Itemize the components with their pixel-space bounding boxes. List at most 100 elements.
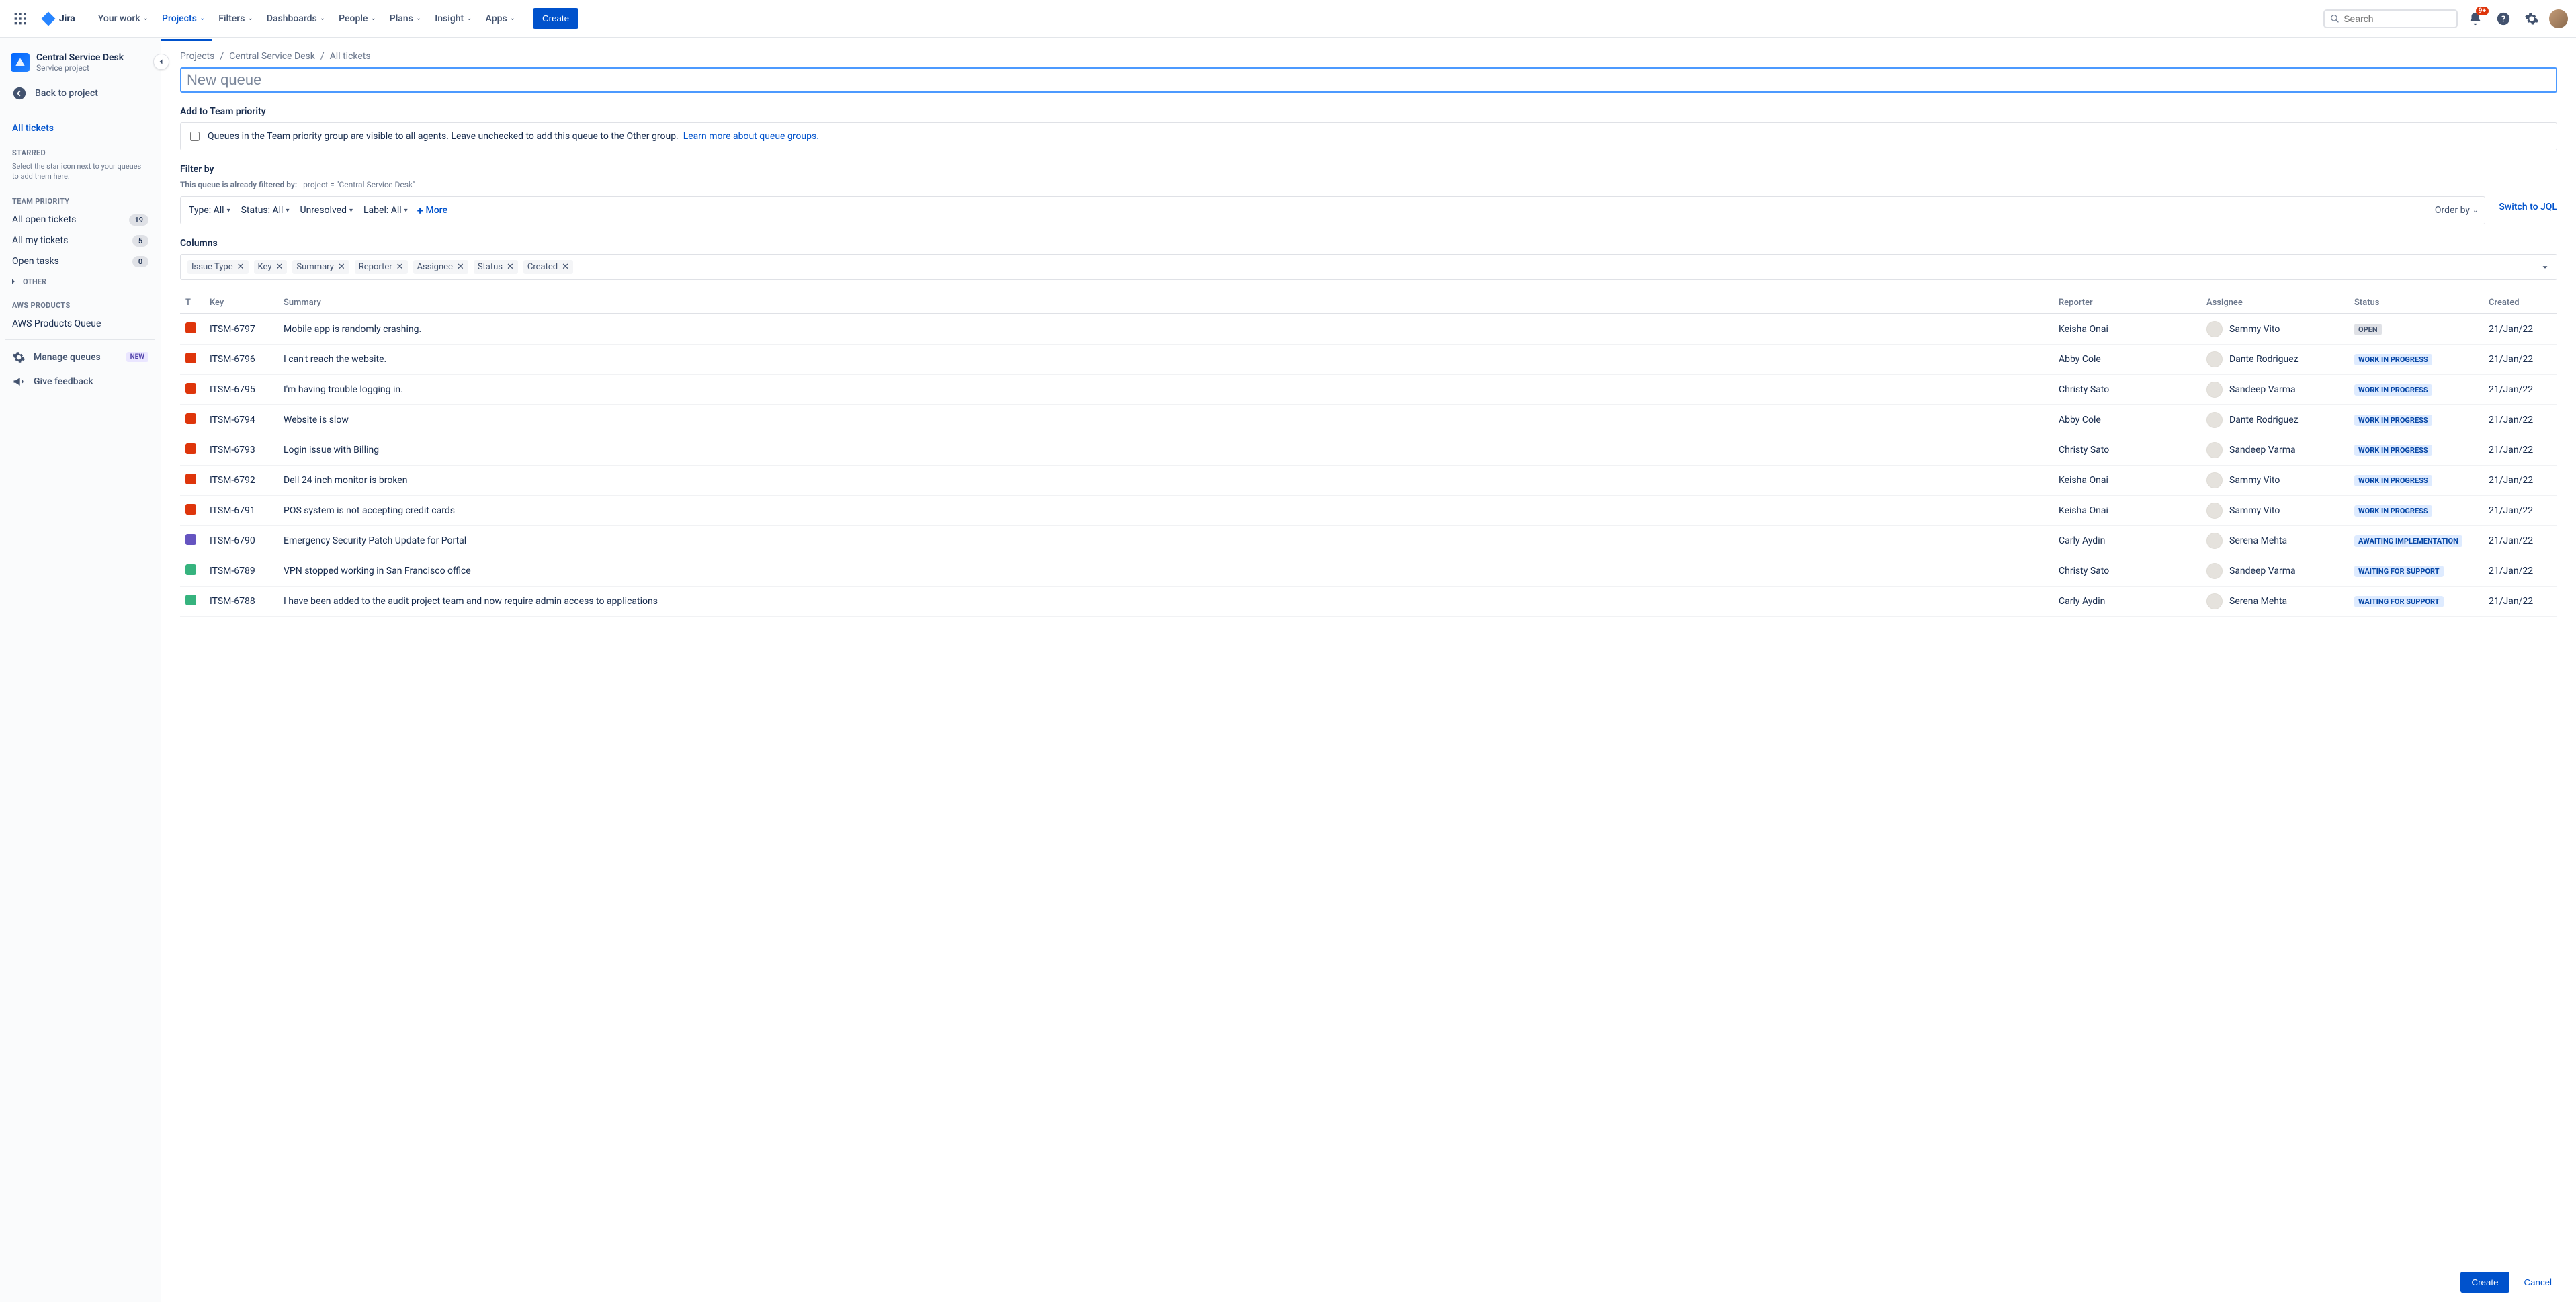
issue-key[interactable]: ITSM-6794 xyxy=(204,405,278,435)
breadcrumb-link[interactable]: Central Service Desk xyxy=(229,51,315,62)
profile-avatar[interactable] xyxy=(2549,9,2568,28)
nav-item-apps[interactable]: Apps ⌄ xyxy=(479,8,523,30)
filter-status[interactable]: Status: All ▾ xyxy=(240,202,291,218)
issue-key[interactable]: ITSM-6796 xyxy=(204,345,278,375)
issue-summary[interactable]: Login issue with Billing xyxy=(278,435,2053,466)
search-input[interactable] xyxy=(2344,13,2451,24)
avatar xyxy=(2206,382,2223,398)
team-priority-checkbox[interactable] xyxy=(190,132,200,141)
nav-item-your-work[interactable]: Your work ⌄ xyxy=(91,8,155,30)
jira-logo[interactable]: Jira xyxy=(35,11,81,27)
col-key[interactable]: Key xyxy=(204,292,278,314)
chevron-down-icon: ▾ xyxy=(349,207,353,214)
issue-type-icon xyxy=(185,504,196,515)
table-row[interactable]: ITSM-6789VPN stopped working in San Fran… xyxy=(180,556,2557,587)
nav-item-filters[interactable]: Filters ⌄ xyxy=(212,8,260,30)
breadcrumb-link[interactable]: All tickets xyxy=(330,51,371,62)
nav-item-insight[interactable]: Insight ⌄ xyxy=(428,8,478,30)
table-row[interactable]: ITSM-6791POS system is not accepting cre… xyxy=(180,496,2557,526)
issue-key[interactable]: ITSM-6789 xyxy=(204,556,278,587)
table-row[interactable]: ITSM-6790Emergency Security Patch Update… xyxy=(180,526,2557,556)
remove-column-icon[interactable]: ✕ xyxy=(507,262,514,272)
aws-queue-label: AWS Products Queue xyxy=(12,318,101,329)
issue-key[interactable]: ITSM-6795 xyxy=(204,375,278,405)
col-summary[interactable]: Summary xyxy=(278,292,2053,314)
issue-summary[interactable]: I have been added to the audit project t… xyxy=(278,587,2053,617)
issue-summary[interactable]: I'm having trouble logging in. xyxy=(278,375,2053,405)
issue-summary[interactable]: Website is slow xyxy=(278,405,2053,435)
breadcrumb-link[interactable]: Projects xyxy=(180,51,214,62)
table-row[interactable]: ITSM-6788I have been added to the audit … xyxy=(180,587,2557,617)
sidebar-section-other[interactable]: OTHER xyxy=(5,272,155,292)
col-assignee[interactable]: Assignee xyxy=(2201,292,2349,314)
issue-created: 21/Jan/22 xyxy=(2483,466,2557,496)
project-header[interactable]: Central Service Desk Service project xyxy=(5,50,155,81)
issue-summary[interactable]: Emergency Security Patch Update for Port… xyxy=(278,526,2053,556)
issue-assignee: Sandeep Varma xyxy=(2229,384,2296,395)
remove-column-icon[interactable]: ✕ xyxy=(237,262,245,272)
issue-summary[interactable]: Dell 24 inch monitor is broken xyxy=(278,466,2053,496)
issue-key[interactable]: ITSM-6793 xyxy=(204,435,278,466)
settings-button[interactable] xyxy=(2521,8,2542,30)
issue-created: 21/Jan/22 xyxy=(2483,375,2557,405)
notifications-button[interactable]: 9+ xyxy=(2464,8,2486,30)
app-switcher-icon[interactable] xyxy=(8,7,32,31)
learn-more-link[interactable]: Learn more about queue groups. xyxy=(683,131,819,142)
filter-label[interactable]: Label: All ▾ xyxy=(362,202,409,218)
table-row[interactable]: ITSM-6795I'm having trouble logging in.C… xyxy=(180,375,2557,405)
sidebar-queue-item[interactable]: Open tasks0 xyxy=(5,251,155,272)
issue-created: 21/Jan/22 xyxy=(2483,314,2557,345)
filter-sub-prefix: This queue is already filtered by: xyxy=(180,180,297,189)
switch-to-jql[interactable]: Switch to JQL xyxy=(2499,202,2557,212)
table-row[interactable]: ITSM-6792Dell 24 inch monitor is brokenK… xyxy=(180,466,2557,496)
issue-type-icon xyxy=(185,383,196,394)
remove-column-icon[interactable]: ✕ xyxy=(276,262,284,272)
columns-expand[interactable] xyxy=(2540,263,2550,272)
filter-type[interactable]: Type: All ▾ xyxy=(187,202,232,218)
sidebar-collapse-button[interactable] xyxy=(153,54,169,70)
nav-item-plans[interactable]: Plans ⌄ xyxy=(383,8,428,30)
remove-column-icon[interactable]: ✕ xyxy=(562,262,569,272)
nav-item-people[interactable]: People ⌄ xyxy=(332,8,383,30)
issue-key[interactable]: ITSM-6791 xyxy=(204,496,278,526)
help-button[interactable]: ? xyxy=(2493,8,2514,30)
issue-key[interactable]: ITSM-6797 xyxy=(204,314,278,345)
create-button[interactable]: Create xyxy=(533,8,578,29)
filter-more[interactable]: + More xyxy=(417,204,447,217)
sidebar-item-all-tickets[interactable]: All tickets xyxy=(5,118,155,139)
order-by[interactable]: Order by ⌄ xyxy=(2435,205,2479,216)
footer-cancel-button[interactable]: Cancel xyxy=(2519,1272,2558,1293)
col-status[interactable]: Status xyxy=(2349,292,2483,314)
global-search[interactable] xyxy=(2323,9,2458,28)
col-created[interactable]: Created xyxy=(2483,292,2557,314)
filter-resolution[interactable]: Unresolved ▾ xyxy=(298,202,354,218)
remove-column-icon[interactable]: ✕ xyxy=(396,262,404,272)
col-type[interactable]: T xyxy=(180,292,204,314)
starred-hint: Select the star icon next to your queues… xyxy=(5,161,155,187)
sidebar-item-aws-queue[interactable]: AWS Products Queue xyxy=(5,314,155,334)
issue-summary[interactable]: I can't reach the website. xyxy=(278,345,2053,375)
nav-item-projects[interactable]: Projects ⌄ xyxy=(155,8,212,30)
table-row[interactable]: ITSM-6793Login issue with BillingChristy… xyxy=(180,435,2557,466)
sidebar-queue-item[interactable]: All open tickets19 xyxy=(5,210,155,230)
issue-key[interactable]: ITSM-6788 xyxy=(204,587,278,617)
issue-table: T Key Summary Reporter Assignee Status C… xyxy=(180,292,2557,617)
col-reporter[interactable]: Reporter xyxy=(2053,292,2201,314)
back-to-project[interactable]: Back to project xyxy=(5,81,155,106)
footer-create-button[interactable]: Create xyxy=(2460,1272,2509,1293)
manage-queues[interactable]: Manage queues NEW xyxy=(5,345,155,370)
remove-column-icon[interactable]: ✕ xyxy=(338,262,345,272)
table-row[interactable]: ITSM-6796I can't reach the website.Abby … xyxy=(180,345,2557,375)
remove-column-icon[interactable]: ✕ xyxy=(457,262,464,272)
give-feedback[interactable]: Give feedback xyxy=(5,370,155,394)
issue-key[interactable]: ITSM-6792 xyxy=(204,466,278,496)
issue-summary[interactable]: POS system is not accepting credit cards xyxy=(278,496,2053,526)
table-row[interactable]: ITSM-6797Mobile app is randomly crashing… xyxy=(180,314,2557,345)
issue-summary[interactable]: VPN stopped working in San Francisco off… xyxy=(278,556,2053,587)
sidebar-queue-item[interactable]: All my tickets5 xyxy=(5,230,155,251)
nav-item-dashboards[interactable]: Dashboards ⌄ xyxy=(260,8,332,30)
table-row[interactable]: ITSM-6794Website is slowAbby ColeDante R… xyxy=(180,405,2557,435)
queue-name-input[interactable] xyxy=(180,67,2557,93)
issue-summary[interactable]: Mobile app is randomly crashing. xyxy=(278,314,2053,345)
issue-key[interactable]: ITSM-6790 xyxy=(204,526,278,556)
